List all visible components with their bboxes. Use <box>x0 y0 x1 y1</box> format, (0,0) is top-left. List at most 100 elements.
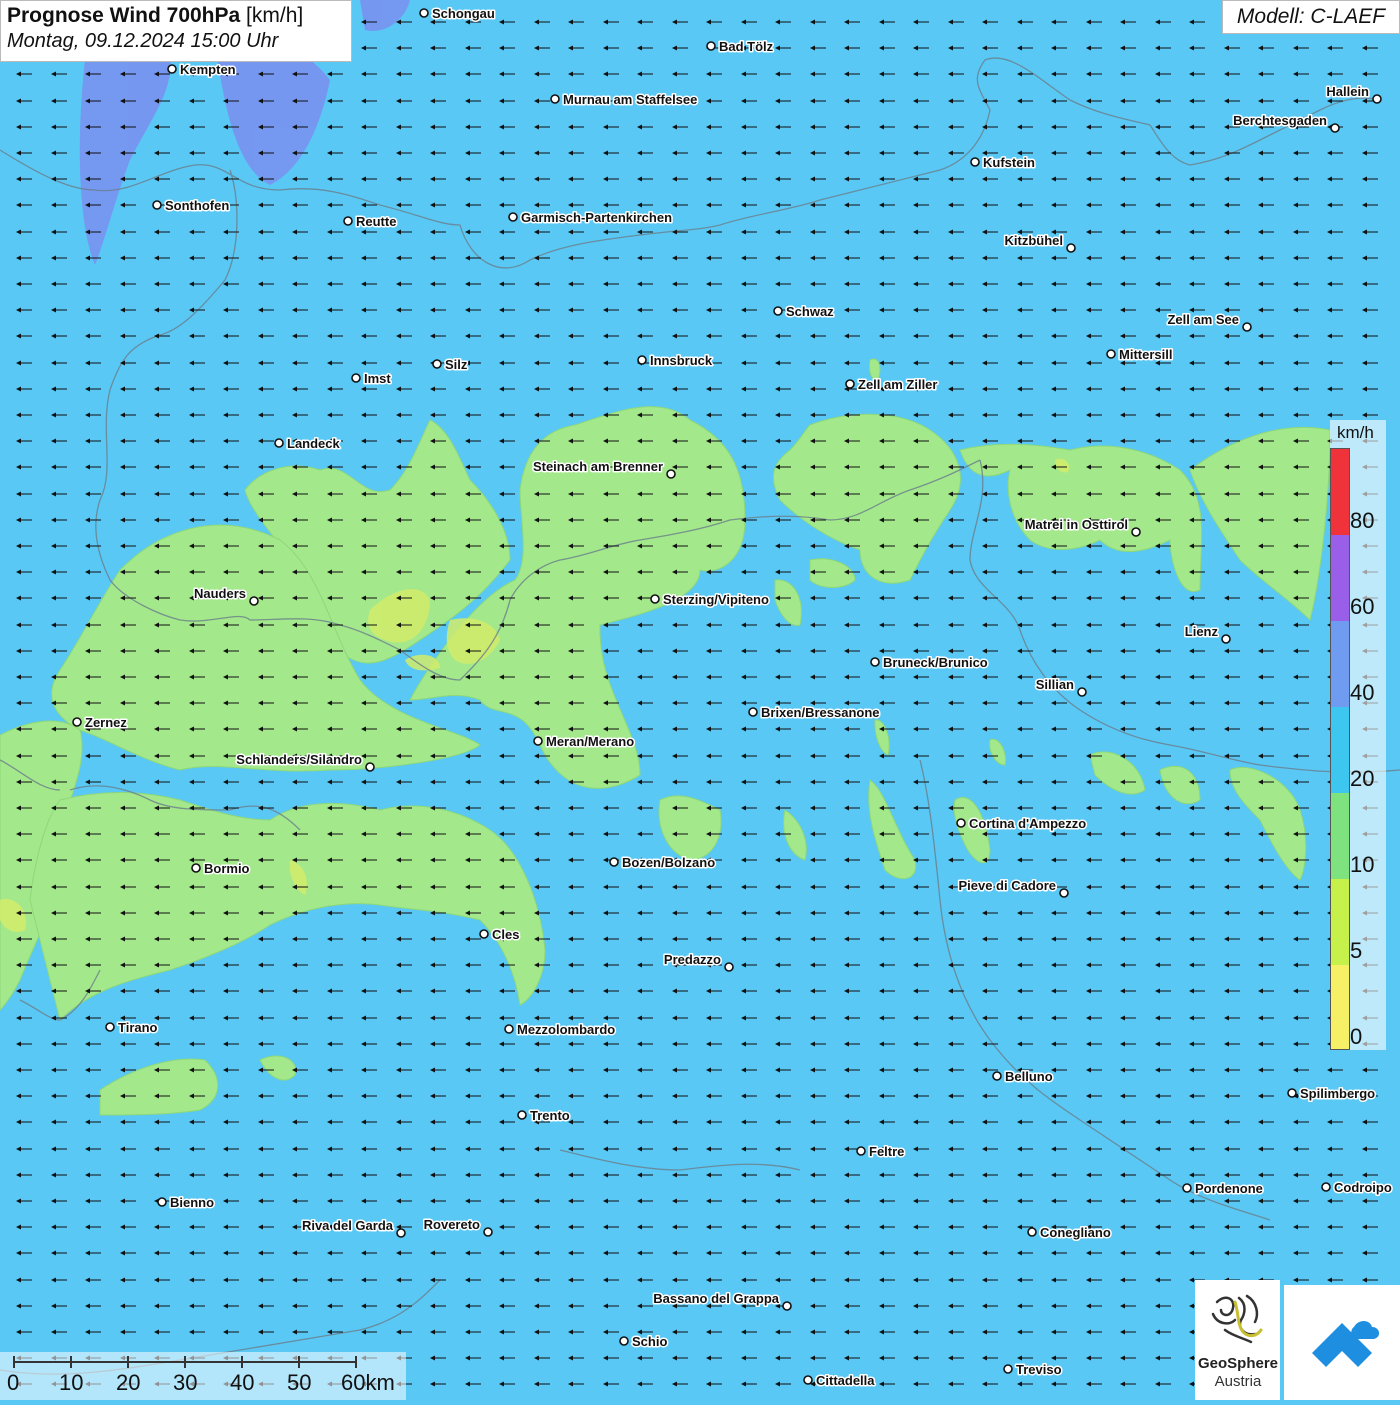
city-label: Conegliano <box>1040 1225 1111 1240</box>
legend-label-60: 60 <box>1350 594 1375 619</box>
city-bozen-bolzano: Bozen/Bolzano <box>609 854 717 872</box>
city-label: Meran/Merano <box>546 734 634 749</box>
city-dot <box>992 1071 1002 1081</box>
city-dot <box>803 1375 813 1385</box>
city-dot <box>666 469 676 479</box>
city-garmisch-partenkirchen: Garmisch-Partenkirchen <box>508 209 674 227</box>
logo-line1: GeoSphere <box>1197 1355 1279 1372</box>
city-dot <box>351 373 361 383</box>
city-dot <box>856 1146 866 1156</box>
city-dot <box>343 216 353 226</box>
city-dot <box>870 657 880 667</box>
city-dot <box>396 1228 406 1238</box>
scale-label-60km: 60km <box>341 1370 395 1395</box>
legend-label-20: 20 <box>1350 766 1375 791</box>
scale-label-10: 10 <box>59 1370 84 1395</box>
city-label: Landeck <box>287 436 341 451</box>
city-label: Feltre <box>869 1144 904 1159</box>
city-dot <box>249 596 259 606</box>
city-label: Garmisch-Partenkirchen <box>521 210 672 225</box>
city-label: Imst <box>364 371 391 386</box>
city-bruneck-brunico: Bruneck/Brunico <box>870 654 989 672</box>
city-label: Zell am Ziller <box>858 377 937 392</box>
city-dot <box>508 212 518 222</box>
city-dot <box>970 157 980 167</box>
city-schongau: Schongau <box>419 5 496 23</box>
city-dot <box>724 962 734 972</box>
city-spilimbergo: Spilimbergo <box>1287 1085 1377 1103</box>
city-label: Sillian <box>1036 677 1074 692</box>
city-dot <box>517 1110 527 1120</box>
city-label: Silz <box>445 357 468 372</box>
city-dot <box>167 64 177 74</box>
app-logo[interactable] <box>1284 1285 1400 1400</box>
city-sonthofen: Sonthofen <box>152 197 231 215</box>
city-dot <box>365 762 375 772</box>
legend-segment-20 <box>1331 707 1349 793</box>
city-label: Berchtesgaden <box>1233 113 1327 128</box>
city-label: Matrei in Osttirol <box>1025 517 1128 532</box>
city-dot <box>1106 349 1116 359</box>
model-label: Modell: C-LAEF <box>1222 0 1400 34</box>
legend-label-40: 40 <box>1350 680 1375 705</box>
city-label: Reutte <box>356 214 396 229</box>
city-label: Zell am See <box>1167 312 1239 327</box>
city-label: Kitzbühel <box>1005 233 1064 248</box>
city-dot <box>619 1336 629 1346</box>
city-conegliano: Conegliano <box>1027 1224 1112 1242</box>
city-dot <box>1027 1227 1037 1237</box>
city-dot <box>504 1024 514 1034</box>
legend-label-5: 5 <box>1350 938 1363 963</box>
legend-segment-5 <box>1331 879 1349 965</box>
city-dot <box>1372 94 1382 104</box>
city-label: Schlanders/Silandro <box>236 752 362 767</box>
city-label: Bienno <box>170 1195 214 1210</box>
city-label: Cortina d'Ampezzo <box>969 816 1086 831</box>
city-dot <box>157 1197 167 1207</box>
city-label: Lienz <box>1185 624 1219 639</box>
city-dot <box>105 1022 115 1032</box>
geosphere-logo-text: GeoSphere Austria <box>1196 1355 1280 1391</box>
title-panel: Prognose Wind 700hPa [km/h] Montag, 09.1… <box>0 0 352 62</box>
city-label: Cittadella <box>816 1373 875 1388</box>
city-dot <box>1287 1088 1297 1098</box>
city-label: Pieve di Cadore <box>958 878 1056 893</box>
legend-label-0: 0 <box>1350 1024 1363 1049</box>
city-murnau-am-staffelsee: Murnau am Staffelsee <box>550 91 699 109</box>
map-title: Prognose Wind 700hPa [km/h] <box>7 4 345 28</box>
legend-label-80: 80 <box>1350 508 1375 533</box>
city-dot <box>637 355 647 365</box>
city-dot <box>1221 634 1231 644</box>
city-sterzing-vipiteno: Sterzing/Vipiteno <box>650 591 770 609</box>
city-label: Steinach am Brenner <box>533 459 663 474</box>
title-unit: [km/h] <box>246 4 304 27</box>
weather-app-icon <box>1312 1321 1380 1367</box>
city-dot <box>782 1301 792 1311</box>
legend-color-bar <box>1330 448 1350 1050</box>
city-innsbruck: Innsbruck <box>637 352 714 370</box>
city-dot <box>1321 1182 1331 1192</box>
city-label: Bassano del Grappa <box>653 1291 779 1306</box>
city-label: Bruneck/Brunico <box>883 655 988 670</box>
city-label: Predazzo <box>664 952 721 967</box>
city-dot <box>533 736 543 746</box>
city-dot <box>432 359 442 369</box>
city-dot <box>1131 527 1141 537</box>
city-dot <box>483 1227 493 1237</box>
city-label: Tirano <box>118 1020 158 1035</box>
city-dot <box>1066 243 1076 253</box>
city-label: Brixen/Bressanone <box>761 705 880 720</box>
city-label: Kempten <box>180 62 236 77</box>
city-label: Bormio <box>204 861 250 876</box>
legend-unit: km/h <box>1337 423 1374 442</box>
city-dot <box>1330 123 1340 133</box>
city-label: Mittersill <box>1119 347 1172 362</box>
city-dot <box>152 200 162 210</box>
city-label: Pordenone <box>1195 1181 1263 1196</box>
city-dot <box>706 41 716 51</box>
forecast-time: Montag, 09.12.2024 15:00 Uhr <box>7 30 279 52</box>
wind-map: Schongau Bad Tölz Kempten Murnau am Staffel… <box>0 0 1400 1400</box>
city-label: Schwaz <box>786 304 834 319</box>
city-label: Treviso <box>1016 1362 1062 1377</box>
city-mezzolombardo: Mezzolombardo <box>504 1021 617 1039</box>
